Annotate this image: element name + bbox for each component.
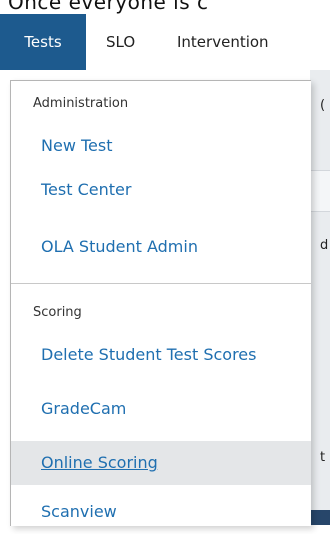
bg-fragment-2: d <box>320 238 329 253</box>
bg-fragment-3: t <box>320 450 326 465</box>
section-header-scoring: Scoring <box>33 305 82 320</box>
menu-divider <box>11 283 311 284</box>
bg-band <box>310 170 330 212</box>
bg-bottom-band <box>310 510 330 525</box>
background-page-edge: ( d t <box>310 70 330 525</box>
menu-item-delete-student-test-scores[interactable]: Delete Student Test Scores <box>11 333 311 377</box>
menu-item-test-center[interactable]: Test Center <box>11 168 311 212</box>
tab-tests[interactable]: Tests <box>0 14 86 70</box>
menu-item-gradecam[interactable]: GradeCam <box>11 387 311 431</box>
tests-dropdown-menu: Administration New Test Test Center OLA … <box>10 80 311 526</box>
top-text: Once everyone is c <box>8 0 209 14</box>
tab-slo[interactable]: SLO <box>106 14 135 70</box>
menu-item-scanview[interactable]: Scanview <box>11 490 311 534</box>
top-navbar: Tests SLO Intervention <box>0 14 330 70</box>
menu-item-online-scoring[interactable]: Online Scoring <box>11 441 311 485</box>
page-text-fragment: Once everyone is c <box>0 0 330 14</box>
menu-item-new-test[interactable]: New Test <box>11 124 311 168</box>
section-header-administration: Administration <box>33 96 129 111</box>
menu-item-ola-student-admin[interactable]: OLA Student Admin <box>11 225 311 269</box>
tab-intervention[interactable]: Intervention <box>177 14 269 70</box>
bg-fragment-1: ( <box>320 98 326 113</box>
